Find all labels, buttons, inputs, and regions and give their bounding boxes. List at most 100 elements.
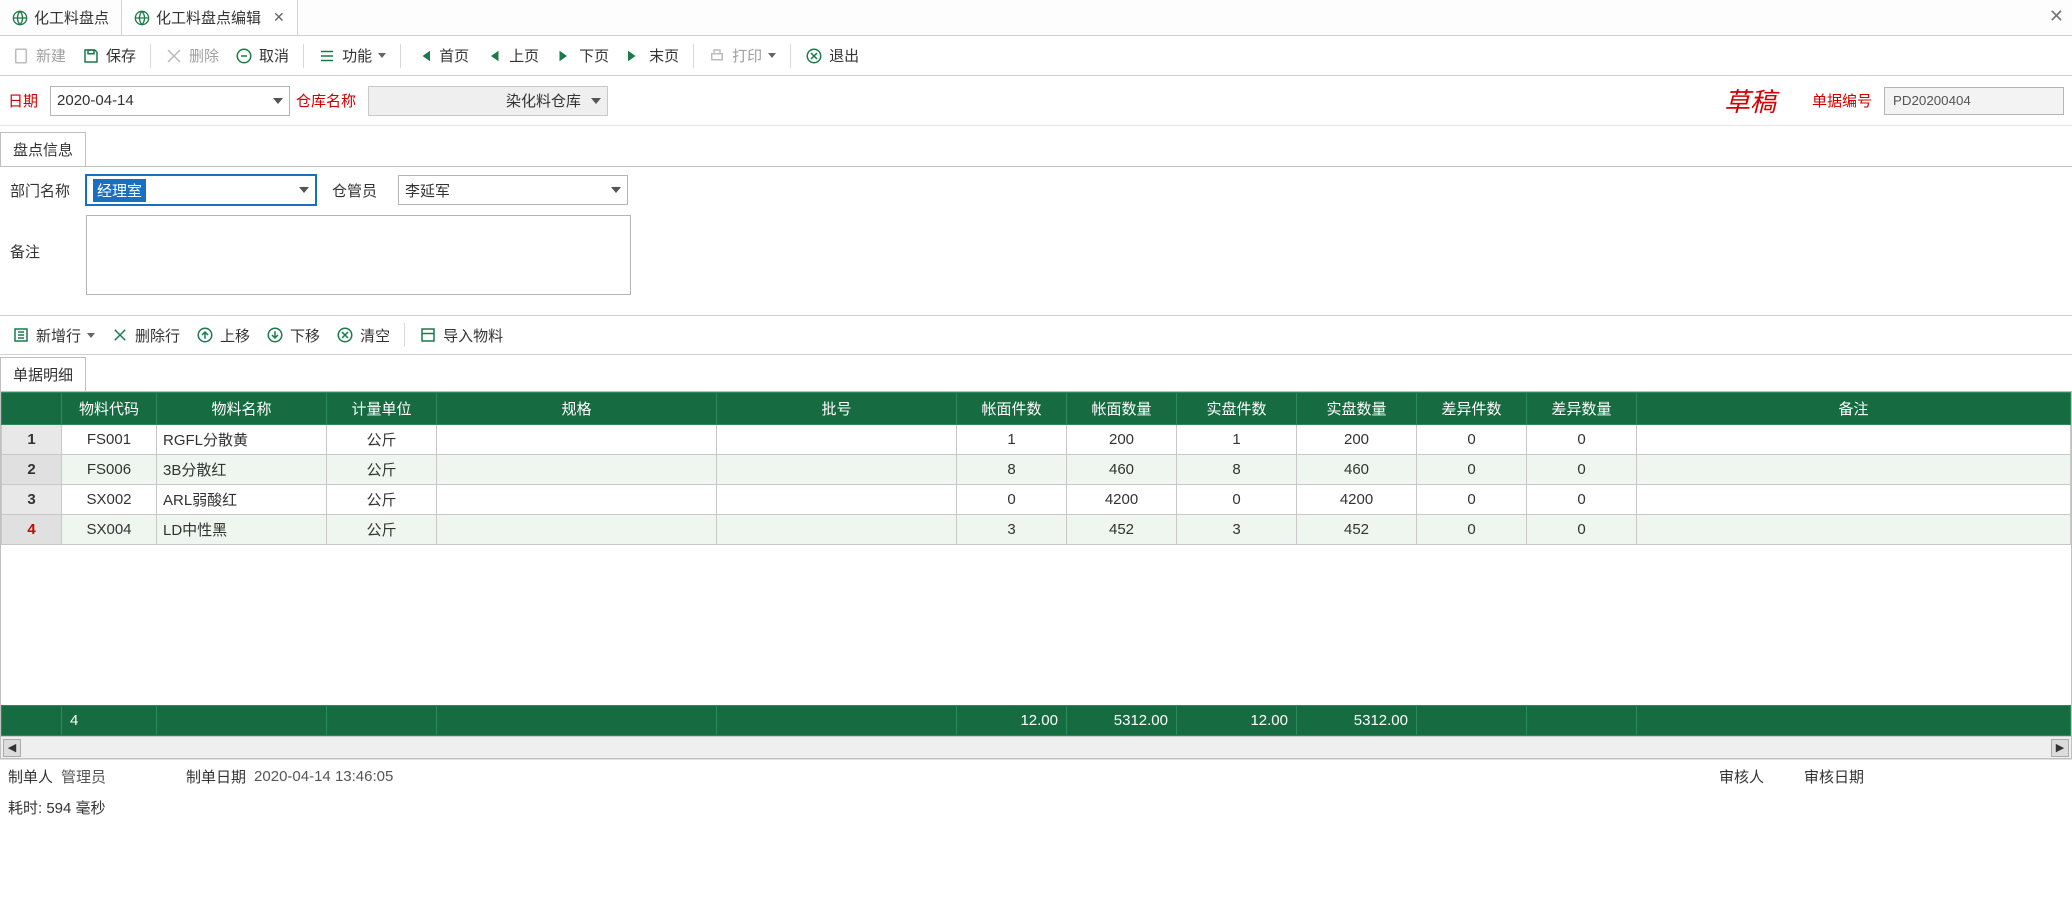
chevron-down-icon	[591, 98, 601, 104]
table-cell[interactable]: 460	[1297, 455, 1417, 485]
table-cell[interactable]: 1	[957, 425, 1067, 455]
table-cell[interactable]: 4	[2, 515, 62, 545]
globe-icon	[12, 10, 28, 26]
prev-page-button[interactable]: 上页	[479, 41, 545, 70]
table-cell[interactable]: 8	[957, 455, 1067, 485]
table-cell[interactable]	[717, 455, 957, 485]
table-cell[interactable]	[437, 455, 717, 485]
docno-field[interactable]	[1884, 87, 2064, 115]
import-button[interactable]: 导入物料	[413, 321, 509, 350]
table-cell[interactable]: 公斤	[327, 455, 437, 485]
scroll-left-icon[interactable]: ◀	[3, 739, 21, 757]
table-cell[interactable]: 0	[1527, 455, 1637, 485]
date-combo[interactable]: 2020-04-14	[50, 86, 290, 116]
add-row-button[interactable]: 新增行	[6, 321, 101, 350]
move-down-button[interactable]: 下移	[260, 321, 326, 350]
table-cell[interactable]: FS006	[62, 455, 157, 485]
table-cell[interactable]: 0	[1527, 485, 1637, 515]
table-cell[interactable]: SX004	[62, 515, 157, 545]
close-all-icon[interactable]: ✕	[2049, 6, 2064, 27]
table-cell[interactable]: 0	[1417, 515, 1527, 545]
next-page-button[interactable]: 下页	[549, 41, 615, 70]
table-cell[interactable]	[1637, 425, 2071, 455]
table-cell[interactable]: LD中性黑	[157, 515, 327, 545]
remark-field[interactable]	[86, 215, 631, 295]
tab-close-icon[interactable]: ✕	[273, 9, 285, 26]
table-cell[interactable]: 公斤	[327, 515, 437, 545]
table-cell[interactable]: 460	[1067, 455, 1177, 485]
new-button[interactable]: 新建	[6, 41, 72, 70]
table-cell[interactable]: 4200	[1067, 485, 1177, 515]
table-row[interactable]: 2FS0063B分散红公斤8460846000	[2, 455, 2071, 485]
table-cell[interactable]	[717, 485, 957, 515]
table-row[interactable]: 3SX002ARL弱酸红公斤042000420000	[2, 485, 2071, 515]
table-cell[interactable]: 0	[1177, 485, 1297, 515]
table-cell[interactable]: 200	[1067, 425, 1177, 455]
tab-label: 化工料盘点编辑	[156, 7, 261, 28]
delete-button[interactable]: 删除	[159, 41, 225, 70]
table-cell[interactable]: 0	[1417, 455, 1527, 485]
table-cell[interactable]: 1	[1177, 425, 1297, 455]
table-cell[interactable]: 0	[957, 485, 1067, 515]
move-up-button[interactable]: 上移	[190, 321, 256, 350]
exit-button[interactable]: 退出	[799, 41, 865, 70]
table-row[interactable]: 1FS001RGFL分散黄公斤1200120000	[2, 425, 2071, 455]
table-cell[interactable]: 0	[1417, 485, 1527, 515]
table-cell[interactable]: 3	[2, 485, 62, 515]
tab-inventory[interactable]: 化工料盘点	[0, 0, 122, 35]
table-cell[interactable]: 公斤	[327, 485, 437, 515]
table-cell[interactable]: RGFL分散黄	[157, 425, 327, 455]
table-cell[interactable]	[437, 515, 717, 545]
table-cell[interactable]	[717, 425, 957, 455]
info-section: 部门名称 经理室 仓管员 李延军 备注	[0, 166, 2072, 315]
scroll-right-icon[interactable]: ▶	[2051, 739, 2069, 757]
table-row[interactable]: 4SX004LD中性黑公斤3452345200	[2, 515, 2071, 545]
table-cell[interactable]: ARL弱酸红	[157, 485, 327, 515]
table-cell[interactable]	[1637, 455, 2071, 485]
table-cell[interactable]: 4200	[1297, 485, 1417, 515]
table-cell[interactable]	[437, 425, 717, 455]
table-cell[interactable]: SX002	[62, 485, 157, 515]
clear-icon	[336, 326, 354, 344]
table-cell[interactable]: 公斤	[327, 425, 437, 455]
table-cell[interactable]: FS001	[62, 425, 157, 455]
info-section-header: 盘点信息	[0, 132, 2072, 166]
print-button[interactable]: 打印	[702, 41, 782, 70]
detail-tab[interactable]: 单据明细	[0, 357, 86, 391]
table-cell[interactable]	[437, 485, 717, 515]
horizontal-scrollbar[interactable]: ◀ ▶	[1, 736, 2071, 758]
delete-row-button[interactable]: 删除行	[105, 321, 186, 350]
table-cell[interactable]: 0	[1527, 515, 1637, 545]
detail-table[interactable]: 物料代码 物料名称 计量单位 规格 批号 帐面件数 帐面数量 实盘件数 实盘数量…	[1, 392, 2071, 545]
chevron-down-icon	[378, 53, 386, 58]
clear-button[interactable]: 清空	[330, 321, 396, 350]
info-tab[interactable]: 盘点信息	[0, 132, 86, 166]
table-cell[interactable]: 2	[2, 455, 62, 485]
table-cell[interactable]: 452	[1067, 515, 1177, 545]
first-icon	[415, 47, 433, 65]
table-cell[interactable]: 3B分散红	[157, 455, 327, 485]
prev-icon	[485, 47, 503, 65]
cancel-button[interactable]: 取消	[229, 41, 295, 70]
function-button[interactable]: 功能	[312, 41, 392, 70]
dept-combo[interactable]: 经理室	[86, 175, 316, 205]
table-cell[interactable]: 0	[1527, 425, 1637, 455]
warehouse-combo[interactable]: 染化料仓库	[368, 86, 608, 116]
tab-inventory-edit[interactable]: 化工料盘点编辑 ✕	[122, 0, 298, 35]
make-date-value: 2020-04-14 13:46:05	[254, 768, 393, 785]
table-cell[interactable]: 200	[1297, 425, 1417, 455]
table-cell[interactable]	[1637, 485, 2071, 515]
table-cell[interactable]: 1	[2, 425, 62, 455]
table-cell[interactable]: 452	[1297, 515, 1417, 545]
save-button[interactable]: 保存	[76, 41, 142, 70]
table-cell[interactable]: 3	[1177, 515, 1297, 545]
table-cell[interactable]: 8	[1177, 455, 1297, 485]
table-cell[interactable]	[1637, 515, 2071, 545]
table-cell[interactable]	[717, 515, 957, 545]
table-cell[interactable]: 0	[1417, 425, 1527, 455]
first-page-button[interactable]: 首页	[409, 41, 475, 70]
table-cell[interactable]: 3	[957, 515, 1067, 545]
last-page-button[interactable]: 末页	[619, 41, 685, 70]
keeper-combo[interactable]: 李延军	[398, 175, 628, 205]
main-toolbar: 新建 保存 删除 取消 功能 首页 上页 下页 末页 打印	[0, 36, 2072, 76]
